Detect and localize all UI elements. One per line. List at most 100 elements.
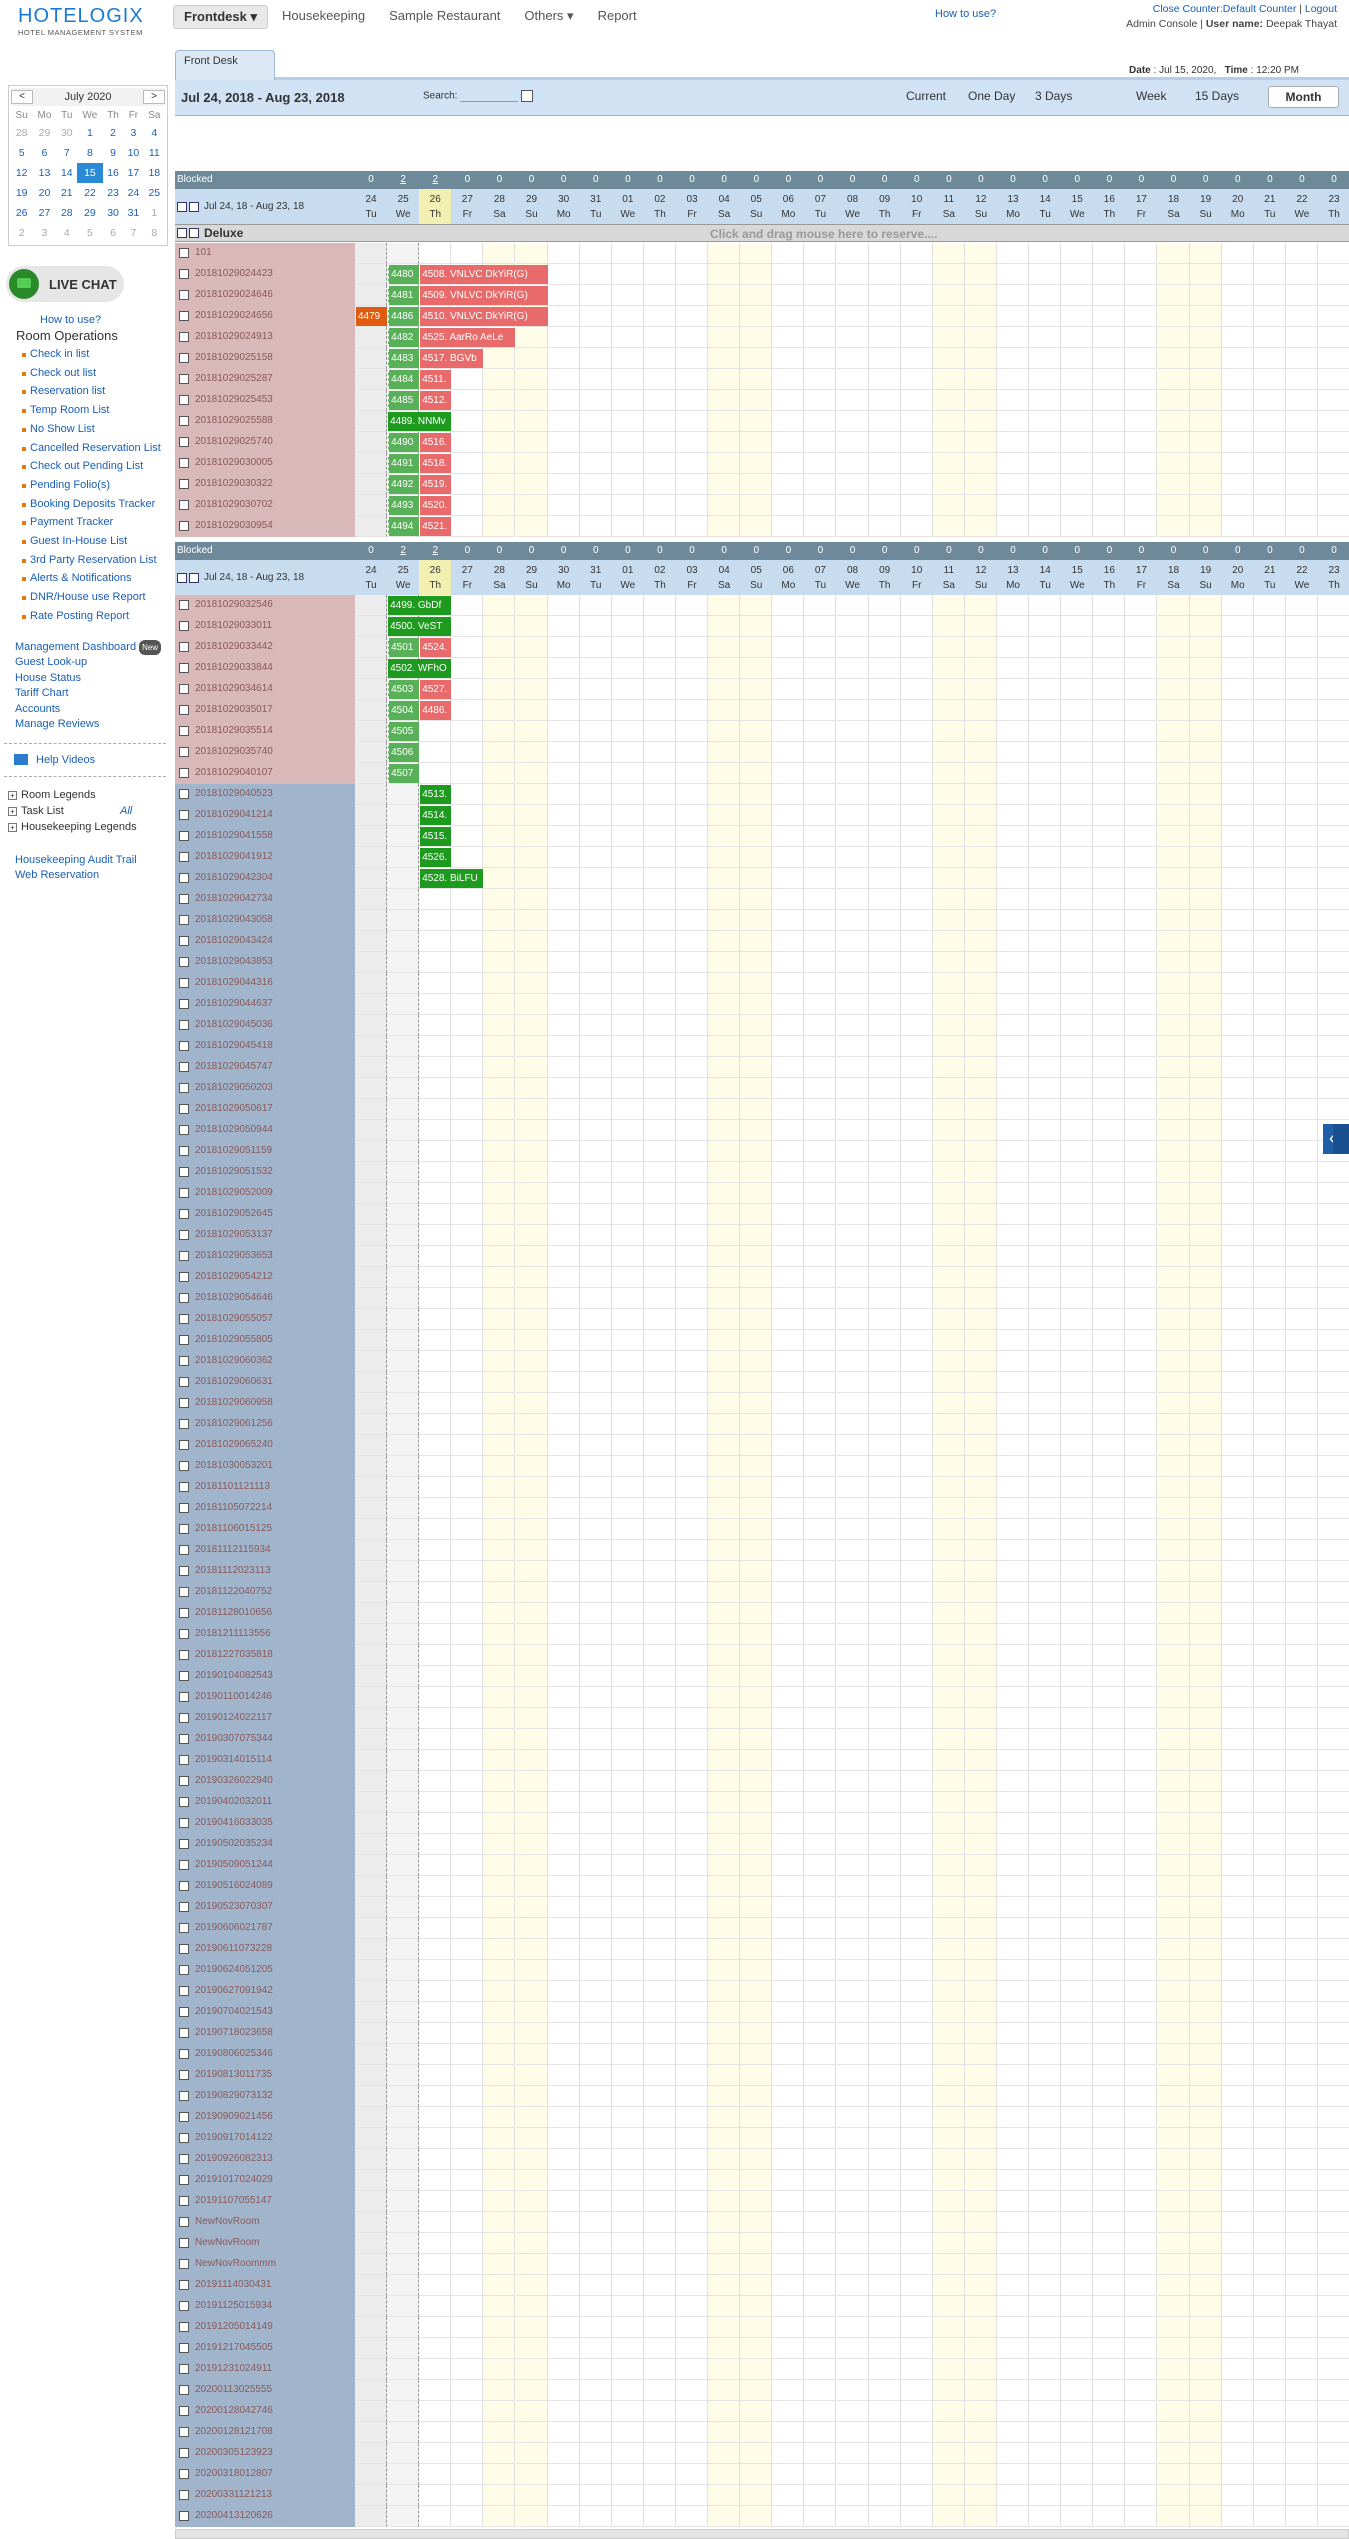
grid-cell[interactable] [1061,369,1094,390]
grid-cell[interactable] [932,994,965,1015]
grid-cell[interactable] [483,1099,516,1120]
grid-cell[interactable] [708,1624,741,1645]
grid-cell[interactable] [1125,1624,1158,1645]
grid-cell[interactable] [643,658,676,679]
grid-cell[interactable] [868,2338,901,2359]
grid-cell[interactable] [708,1330,741,1351]
grid-cell[interactable] [1061,973,1094,994]
grid-cell[interactable] [804,1561,837,1582]
grid-cell[interactable] [836,1141,869,1162]
grid-cell[interactable] [932,1057,965,1078]
grid-cell[interactable] [964,390,997,411]
grid-cell[interactable] [1029,474,1062,495]
grid-cell[interactable] [1029,1288,1062,1309]
grid-cell[interactable] [836,2506,869,2527]
grid-cell[interactable] [740,453,773,474]
grid-cell[interactable] [804,1918,837,1939]
grid-cell[interactable] [836,1813,869,1834]
grid-cell[interactable] [547,306,580,327]
grid-cell[interactable] [643,2212,676,2233]
grid-cell[interactable] [1061,1582,1094,1603]
room-checkbox[interactable] [179,1083,189,1093]
grid-cell[interactable] [740,2044,773,2065]
grid-cell[interactable] [1221,1918,1254,1939]
reservation-block[interactable]: 4503 [388,680,420,699]
grid-cell[interactable] [740,2170,773,2191]
grid-cell[interactable] [451,1267,484,1288]
grid-cell[interactable] [1093,2422,1126,2443]
grid-cell[interactable] [772,2422,805,2443]
grid-cell[interactable] [900,2212,933,2233]
grid-cell[interactable] [964,595,997,616]
grid-cell[interactable] [643,285,676,306]
grid-cell[interactable] [355,1876,388,1897]
grid-cell[interactable] [1029,390,1062,411]
grid-cell[interactable] [483,1645,516,1666]
grid-cell[interactable] [772,1351,805,1372]
grid-cell[interactable] [483,243,516,264]
grid-cell[interactable] [868,1834,901,1855]
grid-cell[interactable] [1125,952,1158,973]
grid-cell[interactable] [708,616,741,637]
grid-cell[interactable] [1189,868,1222,889]
grid-cell[interactable] [804,1330,837,1351]
grid-cell[interactable] [483,2506,516,2527]
grid-cell[interactable] [740,2065,773,2086]
grid-cell[interactable] [419,1267,452,1288]
grid-cell[interactable] [1125,2002,1158,2023]
grid-cell[interactable] [1189,742,1222,763]
grid-cell[interactable] [547,931,580,952]
grid-cell[interactable] [1157,763,1190,784]
date-header-cell[interactable]: 25 We [387,189,419,224]
grid-cell[interactable] [355,2023,388,2044]
grid-cell[interactable] [1189,1288,1222,1309]
grid-cell[interactable] [515,2023,548,2044]
grid-cell[interactable] [1029,1645,1062,1666]
grid-cell[interactable] [997,1729,1030,1750]
grid-cell[interactable] [1221,1141,1254,1162]
grid-cell[interactable] [387,910,420,931]
grid-cell[interactable] [1125,2086,1158,2107]
grid-cell[interactable] [643,495,676,516]
grid-cell[interactable] [932,973,965,994]
grid-cell[interactable] [676,2086,709,2107]
grid-cell[interactable] [836,805,869,826]
grid-cell[interactable] [1285,1372,1318,1393]
grid-cell[interactable] [676,868,709,889]
grid-cell[interactable] [387,1624,420,1645]
grid-cell[interactable] [1125,2275,1158,2296]
grid-cell[interactable] [483,994,516,1015]
grid-cell[interactable] [1157,1141,1190,1162]
grid-cell[interactable] [1125,1330,1158,1351]
grid-cell[interactable] [1285,306,1318,327]
grid-cell[interactable] [1125,1582,1158,1603]
grid-cell[interactable] [964,1582,997,1603]
grid-cell[interactable] [611,2380,644,2401]
grid-cell[interactable] [1157,1498,1190,1519]
grid-cell[interactable] [1157,474,1190,495]
grid-cell[interactable] [772,1309,805,1330]
room-op-link[interactable]: Booking Deposits Tracker [30,498,155,510]
grid-cell[interactable] [1061,1624,1094,1645]
grid-cell[interactable] [1221,516,1254,537]
grid-cell[interactable] [579,1246,612,1267]
grid-cell[interactable] [1157,1288,1190,1309]
grid-cell[interactable] [1221,1372,1254,1393]
grid-cell[interactable] [611,1078,644,1099]
calendar-day[interactable]: 31 [123,203,143,223]
grid-cell[interactable] [900,973,933,994]
grid-cell[interactable] [451,2506,484,2527]
grid-cell[interactable] [772,868,805,889]
grid-cell[interactable] [515,889,548,910]
grid-cell[interactable] [836,868,869,889]
grid-cell[interactable] [547,910,580,931]
grid-cell[interactable] [579,784,612,805]
grid-cell[interactable] [772,805,805,826]
grid-cell[interactable] [1061,2485,1094,2506]
grid-cell[interactable] [611,1204,644,1225]
grid-cell[interactable] [964,1393,997,1414]
grid-cell[interactable] [547,721,580,742]
grid-cell[interactable] [355,1603,388,1624]
grid-cell[interactable] [1061,327,1094,348]
room-checkbox[interactable] [179,1419,189,1429]
